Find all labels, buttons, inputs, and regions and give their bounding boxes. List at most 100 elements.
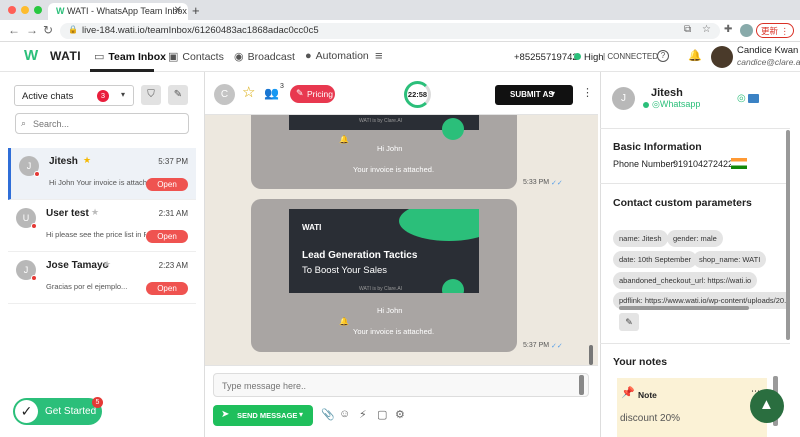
inbox-icon: ▭ <box>94 51 105 63</box>
connection-status: CONNECTED <box>607 52 658 61</box>
back-icon[interactable]: ← <box>8 23 20 37</box>
custom-params-title: Contact custom parameters <box>613 197 752 209</box>
session-timer-ring: 22:58 <box>404 81 431 108</box>
assign-user-icon[interactable]: 👥 <box>264 86 279 100</box>
update-button[interactable]: 更新 ⋮ <box>756 23 794 38</box>
favicon-icon: W <box>56 6 65 16</box>
message-field[interactable] <box>213 373 589 397</box>
search-input[interactable] <box>33 117 183 130</box>
double-check-icon: ✓✓ <box>551 343 563 350</box>
bell-icon[interactable]: 🔔 <box>688 49 702 62</box>
chat-name: User test <box>46 208 89 219</box>
profile-avatar[interactable] <box>740 24 753 37</box>
bot-icon[interactable]: ⚙ <box>395 408 405 421</box>
composer-scrollbar[interactable] <box>579 375 584 395</box>
image-headline: Lead Generation Tactics <box>302 250 418 261</box>
forward-icon[interactable]: → <box>26 23 38 37</box>
get-started-button[interactable]: ✓ Get Started <box>13 398 102 425</box>
chat-time: 5:37 PM <box>158 157 188 166</box>
caret-down-icon: ▾ <box>551 89 556 98</box>
star-icon[interactable]: ★ <box>83 155 91 166</box>
conversation-avatar[interactable]: C <box>214 84 235 105</box>
template-icon[interactable]: ▢ <box>377 408 387 421</box>
pencil-icon: ✎ <box>296 88 304 98</box>
support-chat-launcher[interactable]: ▲ <box>750 389 784 423</box>
edit-params-icon[interactable]: ✎ <box>619 313 639 331</box>
filter-icon[interactable]: ⛉ <box>141 85 161 105</box>
nav-contacts[interactable]: ▣ Contacts <box>168 50 224 64</box>
emoji-icon[interactable]: ☺ <box>339 408 350 420</box>
more-menu-icon[interactable]: ≡ <box>375 48 383 63</box>
contact-avatar: J <box>612 87 635 110</box>
message-link-icon[interactable] <box>748 94 759 103</box>
message-body: Your invoice is attached. <box>353 165 435 174</box>
message-greeting: Hi John <box>377 306 403 315</box>
message-image[interactable]: WATI is by Clare.AI <box>289 115 479 140</box>
new-tab-button[interactable]: + <box>192 3 200 18</box>
attachment-icon[interactable]: 📎 <box>321 408 335 421</box>
chips-scrollbar[interactable] <box>619 306 749 310</box>
caret-down-icon: ▾ <box>299 410 304 419</box>
chat-filter-count: 3 <box>97 90 109 102</box>
close-tab-icon[interactable]: ✕ <box>174 5 182 16</box>
submit-as-label: SUBMIT AS <box>510 90 554 99</box>
nav-team-inbox-label: Team Inbox <box>108 50 166 63</box>
pricing-button[interactable]: ✎ Pricing <box>290 85 335 103</box>
quick-reply-icon[interactable]: ⚡ <box>359 408 367 421</box>
chat-item[interactable]: U User test ★ 2:31 AM Hi please see the … <box>8 200 196 252</box>
nav-automation[interactable]: ● Automation <box>305 50 369 62</box>
browser-tab[interactable]: W WATI - WhatsApp Team Inbox ✕ <box>48 3 188 20</box>
user-name: Candice Kwan <box>737 45 799 56</box>
bookmark-star-icon[interactable]: ☆ <box>702 24 711 35</box>
quality-dot <box>574 53 581 60</box>
phone-label: Phone Number: <box>613 159 677 169</box>
chat-item[interactable]: J Jose Tamayo ★ 2:23 AM Gracias por el e… <box>8 252 196 304</box>
more-vertical-icon[interactable]: ⋮ <box>582 86 593 99</box>
url-field[interactable]: 🔒 live-184.wati.io/teamInbox/61260483ac1… <box>60 23 720 39</box>
submit-as-button[interactable]: SUBMIT AS ▾ <box>495 85 573 105</box>
divider <box>600 343 790 344</box>
chat-item[interactable]: J Jitesh ★ 5:37 PM Hi John Your invoice … <box>8 148 196 200</box>
open-status-badge[interactable]: Open <box>146 178 188 191</box>
send-message-button[interactable]: ➤ SEND MESSAGE ▾ <box>213 405 313 426</box>
whatsapp-link-icon[interactable]: ◎ <box>737 93 746 104</box>
chat-avatar: U <box>16 208 37 229</box>
extensions-icon[interactable]: ✚ <box>724 24 732 35</box>
scrollbar[interactable] <box>589 345 593 365</box>
notes-title: Your notes <box>613 356 668 368</box>
open-status-badge[interactable]: Open <box>146 282 188 295</box>
window-close-dot[interactable] <box>8 6 16 14</box>
message-bubble: WATI is by Clare.AI 🔔 Hi John Your invoi… <box>251 115 517 189</box>
compose-icon[interactable]: ✎ <box>168 85 188 105</box>
chat-filter-select[interactable]: Active chats 3 ▾ <box>14 85 134 106</box>
reload-icon[interactable]: ↻ <box>43 23 53 37</box>
contact-panel-scrollbar[interactable] <box>786 130 790 340</box>
user-avatar[interactable] <box>711 46 733 68</box>
message-input[interactable] <box>222 379 572 392</box>
window-minimize-dot[interactable] <box>21 6 29 14</box>
search-icon: ⌕ <box>21 118 27 128</box>
nav-broadcast[interactable]: ◉ Broadcast <box>234 50 295 64</box>
session-timer: 22:58 <box>407 90 428 99</box>
param-chip: abandoned_checkout_url: https://wati.io <box>613 272 758 289</box>
help-icon[interactable]: ? <box>657 50 669 62</box>
star-icon[interactable]: ★ <box>103 259 111 270</box>
favorite-star-icon[interactable]: ☆ <box>242 83 255 101</box>
phone-value: 919104272422 <box>673 159 734 169</box>
message-scroll-area[interactable]: WATI is by Clare.AI 🔔 Hi John Your invoi… <box>205 115 598 365</box>
window-zoom-dot[interactable] <box>34 6 42 14</box>
bell-small-icon: 🔔 <box>339 135 349 144</box>
open-status-badge[interactable]: Open <box>146 230 188 243</box>
note-card[interactable]: 📌 Note ⋯ discount 20% <box>617 378 767 437</box>
param-chip: date: 10th September <box>613 251 698 268</box>
message-image[interactable]: WATI Lead Generation Tactics To Boost Yo… <box>289 209 479 293</box>
chat-time: 2:31 AM <box>158 209 188 218</box>
nav-team-inbox[interactable]: ▭ Team Inbox <box>94 50 166 64</box>
chat-search-field[interactable]: ⌕ <box>15 113 189 134</box>
star-icon[interactable]: ★ <box>91 207 99 218</box>
status-dot <box>31 275 37 281</box>
brand-name: WATI <box>50 49 82 63</box>
translate-icon[interactable]: ⧉ <box>684 24 691 35</box>
browser-tab-bar: W WATI - WhatsApp Team Inbox ✕ + <box>0 0 800 20</box>
phone-number: +85255719742 <box>514 52 578 63</box>
